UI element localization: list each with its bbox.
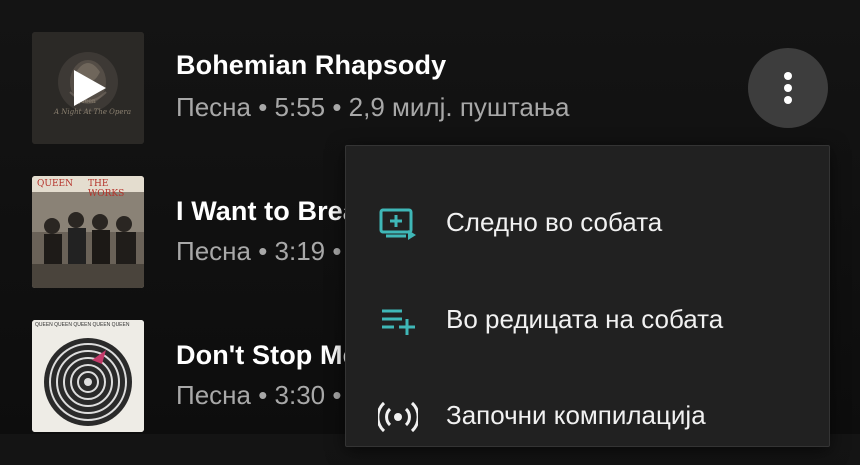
art-band-text: QUEEN <box>37 179 73 189</box>
more-options-button[interactable] <box>748 48 828 128</box>
menu-item-start-radio[interactable]: Започни компилација <box>346 369 829 465</box>
menu-item-add-to-room-queue[interactable]: Во редицата на собата <box>346 273 829 369</box>
radio-icon <box>378 401 418 433</box>
menu-item-label: Започни компилација <box>446 400 706 430</box>
play-next-icon <box>379 208 416 240</box>
album-art-night-at-the-opera[interactable]: Queen A Night At The Opera <box>32 32 144 144</box>
art-album-text: THE WORKS <box>88 179 125 199</box>
album-art-jazz[interactable]: QUEEN QUEEN QUEEN QUEEN QUEEN <box>32 320 144 432</box>
art-strip-text: QUEEN QUEEN QUEEN QUEEN QUEEN <box>35 322 130 328</box>
song-meta: Песна • 5:55 • 2,9 милј. пуштања <box>176 92 570 122</box>
play-icon[interactable] <box>32 32 144 144</box>
album-art-image <box>32 320 144 432</box>
album-art-the-works[interactable]: QUEEN THE WORKS <box>32 176 144 288</box>
more-vert-icon <box>784 72 792 104</box>
song-meta: Песна • 3:19 • <box>176 236 342 266</box>
menu-item-play-next-in-room[interactable]: Следно во собата <box>346 176 829 272</box>
menu-item-label: Следно во собата <box>446 207 663 237</box>
song-meta: Песна • 3:30 • <box>176 380 342 410</box>
add-to-queue-icon <box>382 309 415 335</box>
song-title: Bohemian Rhapsody <box>176 50 447 80</box>
context-menu: Следно во собата Во редицата на собата З… <box>345 145 830 447</box>
menu-item-label: Во редицата на собата <box>446 304 724 334</box>
